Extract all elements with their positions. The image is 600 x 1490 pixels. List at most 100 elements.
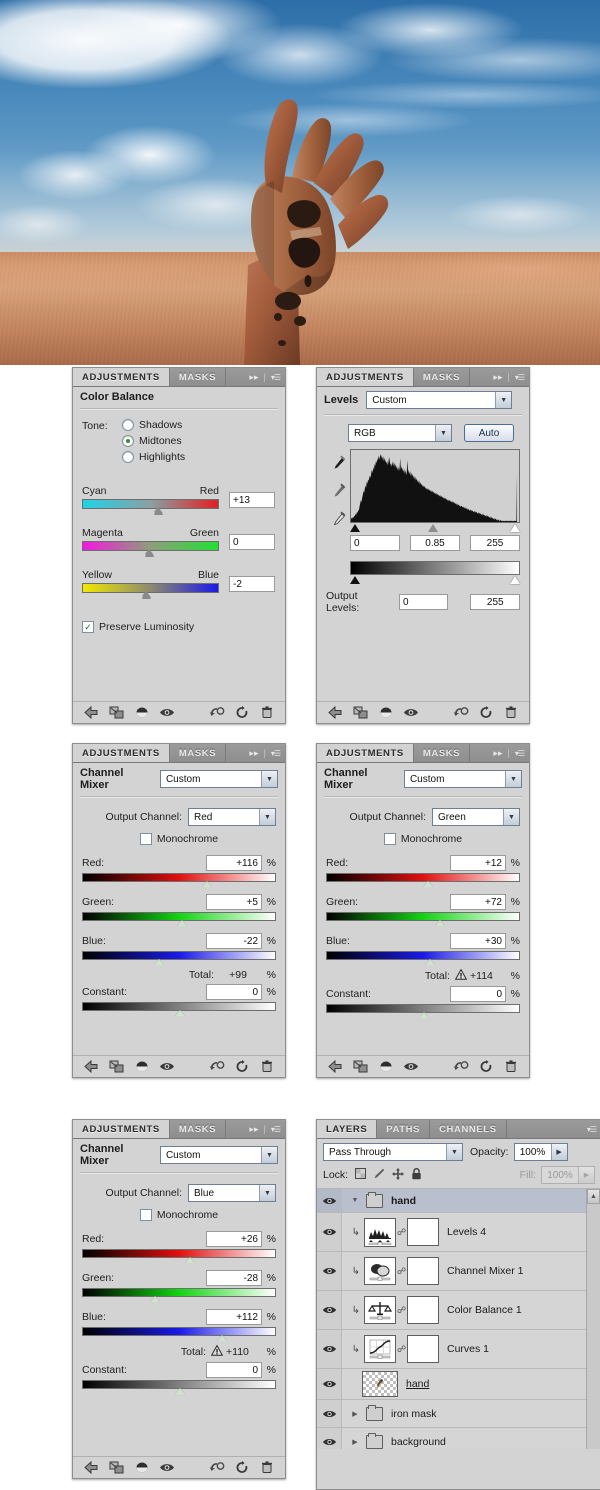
panel-menu-icon[interactable]: ▾☰ bbox=[515, 749, 525, 758]
cm-thumb-constant[interactable] bbox=[175, 1387, 186, 1395]
toggle-mask-icon[interactable] bbox=[129, 706, 154, 719]
reset-icon[interactable] bbox=[229, 1461, 254, 1474]
collapse-icon[interactable]: ▸▸ bbox=[493, 372, 502, 383]
tab-adjustments[interactable]: ADJUSTMENTS bbox=[73, 368, 170, 386]
slider-thumb-yellow-blue[interactable] bbox=[141, 591, 153, 599]
previous-state-icon[interactable] bbox=[79, 706, 104, 719]
group-disclosure-icon[interactable]: ▼ bbox=[348, 1197, 362, 1204]
collapse-icon[interactable]: ▸▸ bbox=[493, 748, 502, 759]
cm-track-constant[interactable] bbox=[82, 1002, 276, 1016]
reset-icon[interactable] bbox=[473, 1060, 498, 1073]
panel-menu-icon[interactable]: ▾☰ bbox=[515, 373, 525, 382]
clip-to-layer-icon[interactable] bbox=[348, 1060, 373, 1073]
tab-paths[interactable]: PATHS bbox=[377, 1120, 431, 1138]
cm-value-constant[interactable]: 0 bbox=[206, 984, 262, 1000]
levels-thumb[interactable] bbox=[364, 1217, 396, 1247]
layer-row-channel-mixer-1[interactable]: ↳ ☍ Channel Mixer 1 bbox=[317, 1252, 600, 1291]
clip-to-layer-icon[interactable] bbox=[104, 1060, 129, 1073]
delete-icon[interactable] bbox=[254, 1461, 279, 1474]
reset-icon[interactable] bbox=[473, 706, 498, 719]
radio-shadows[interactable] bbox=[122, 419, 134, 431]
clip-to-layer-icon[interactable] bbox=[104, 1461, 129, 1474]
cm-preset-select[interactable]: Custom ▼ bbox=[403, 770, 522, 788]
reset-sample-icon[interactable] bbox=[204, 706, 229, 719]
cm-value-red[interactable]: +116 bbox=[206, 855, 262, 871]
value-yellow-blue[interactable]: -2 bbox=[229, 576, 275, 592]
input-white-value[interactable]: 255 bbox=[470, 535, 520, 551]
radio-highlights[interactable] bbox=[122, 451, 134, 463]
move-lock-icon[interactable] bbox=[392, 1167, 405, 1183]
visibility-toggle[interactable] bbox=[317, 1291, 342, 1329]
cm-value-blue[interactable]: +112 bbox=[206, 1309, 262, 1325]
tab-layers[interactable]: LAYERS bbox=[317, 1120, 378, 1138]
color-balance-thumb[interactable] bbox=[364, 1296, 396, 1324]
cm-track-blue[interactable] bbox=[82, 951, 276, 965]
cm-preset-select[interactable]: Custom ▼ bbox=[159, 770, 278, 788]
visibility-toggle[interactable] bbox=[317, 1369, 342, 1399]
cm-track-red[interactable] bbox=[82, 873, 276, 887]
transparent-thumb[interactable] bbox=[362, 1371, 398, 1397]
toggle-mask-icon[interactable] bbox=[373, 706, 398, 719]
layer-mask-thumb[interactable] bbox=[407, 1296, 439, 1324]
layers-scrollbar[interactable]: ▲ bbox=[586, 1189, 600, 1449]
group-disclosure-icon[interactable]: ▶ bbox=[348, 1438, 362, 1446]
visibility-toggle[interactable] bbox=[317, 1252, 342, 1290]
cm-thumb-red[interactable] bbox=[423, 880, 434, 888]
value-magenta-green[interactable]: 0 bbox=[229, 534, 275, 550]
toggle-mask-icon[interactable] bbox=[129, 1461, 154, 1474]
layer-mask-thumb[interactable] bbox=[407, 1257, 439, 1285]
link-icon[interactable]: ☍ bbox=[396, 1305, 407, 1316]
tab-adjustments[interactable]: ADJUSTMENTS bbox=[317, 744, 414, 762]
channel-mixer-thumb[interactable] bbox=[364, 1257, 396, 1285]
monochrome-checkbox[interactable] bbox=[139, 1209, 152, 1221]
cm-value-blue[interactable]: -22 bbox=[206, 933, 262, 949]
toggle-mask-icon[interactable] bbox=[129, 1060, 154, 1073]
panel-menu-icon[interactable]: ▾☰ bbox=[271, 1125, 281, 1134]
layer-row-levels-4[interactable]: ↳ ☍ Levels 4 bbox=[317, 1213, 600, 1252]
tab-masks[interactable]: MASKS bbox=[414, 368, 471, 386]
visibility-toggle[interactable] bbox=[317, 1330, 342, 1368]
toggle-mask-icon[interactable] bbox=[373, 1060, 398, 1073]
tone-option-midtones[interactable]: Midtones bbox=[122, 435, 185, 447]
fill-scrubber-icon[interactable]: ▶ bbox=[578, 1167, 594, 1183]
layers-list[interactable]: ▼ hand ↳ ☍ Levels 4 ↳ ☍ Channel Mixer 1 … bbox=[317, 1189, 600, 1449]
cm-thumb-green[interactable] bbox=[150, 1295, 161, 1303]
monochrome-checkbox[interactable] bbox=[383, 833, 396, 845]
monochrome-row[interactable]: Monochrome bbox=[82, 1209, 276, 1221]
chevron-down-icon[interactable]: ▼ bbox=[259, 809, 275, 825]
cm-track-green[interactable] bbox=[326, 912, 520, 926]
reset-icon[interactable] bbox=[229, 1060, 254, 1073]
cm-track-red[interactable] bbox=[326, 873, 520, 887]
visibility-toggle[interactable] bbox=[317, 1213, 342, 1251]
layer-name[interactable]: Levels 4 bbox=[447, 1226, 486, 1238]
cm-track-constant[interactable] bbox=[82, 1380, 276, 1394]
chevron-down-icon[interactable]: ▼ bbox=[505, 771, 521, 787]
output-channel-select[interactable]: Green ▼ bbox=[432, 808, 520, 826]
layer-row-hand-pixel[interactable]: hand bbox=[317, 1369, 600, 1400]
opacity-scrubber-icon[interactable]: ▶ bbox=[550, 1144, 567, 1160]
layer-row-hand-group[interactable]: ▼ hand bbox=[317, 1189, 600, 1213]
panel-menu-icon[interactable]: ▾☰ bbox=[587, 1125, 597, 1134]
collapse-icon[interactable]: ▸▸ bbox=[249, 748, 258, 759]
output-channel-select[interactable]: Blue ▼ bbox=[188, 1184, 276, 1202]
cm-track-green[interactable] bbox=[82, 912, 276, 926]
layer-row-color-balance-1[interactable]: ↳ ☍ Color Balance 1 bbox=[317, 1291, 600, 1330]
layer-row-iron-mask[interactable]: ▶ iron mask bbox=[317, 1400, 600, 1428]
cm-track-green[interactable] bbox=[82, 1288, 276, 1302]
layer-name[interactable]: Color Balance 1 bbox=[447, 1304, 522, 1316]
clip-to-layer-icon[interactable] bbox=[104, 706, 129, 719]
cm-value-red[interactable]: +12 bbox=[450, 855, 506, 871]
input-gamma-slider[interactable] bbox=[428, 524, 439, 532]
cm-thumb-constant[interactable] bbox=[175, 1009, 186, 1017]
cm-thumb-green[interactable] bbox=[434, 919, 446, 927]
layer-name[interactable]: Channel Mixer 1 bbox=[447, 1265, 523, 1277]
group-disclosure-icon[interactable]: ▶ bbox=[348, 1410, 362, 1418]
white-point-eyedropper-icon[interactable] bbox=[330, 511, 346, 530]
tab-adjustments[interactable]: ADJUSTMENTS bbox=[73, 744, 170, 762]
delete-icon[interactable] bbox=[254, 706, 279, 719]
preview-eye-icon[interactable] bbox=[398, 1061, 423, 1072]
slider-track-cyan-red[interactable] bbox=[82, 499, 219, 515]
cm-thumb-constant[interactable] bbox=[419, 1011, 430, 1019]
preview-eye-icon[interactable] bbox=[154, 1462, 179, 1473]
levels-channel-select[interactable]: RGB ▼ bbox=[348, 424, 452, 442]
